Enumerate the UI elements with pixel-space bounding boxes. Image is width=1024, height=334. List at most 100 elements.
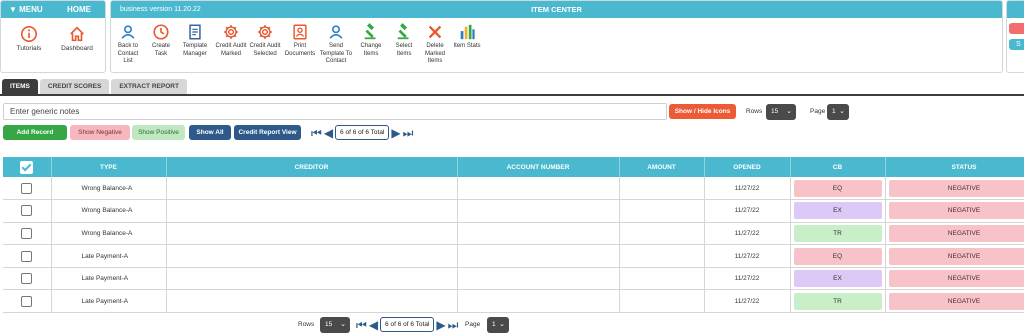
- credit-audit-marked-label: Credit Audit Marked: [215, 43, 247, 57]
- amount-cell: [619, 267, 705, 291]
- send-template-to-contact-button[interactable]: Send Template To Contact: [318, 23, 354, 66]
- credit-report-view-button[interactable]: Credit Report View: [234, 125, 301, 140]
- first-page-icon[interactable]: ⏮: [311, 127, 322, 139]
- show-all-button[interactable]: Show All: [189, 125, 231, 140]
- menu-toggle[interactable]: ▼ MENU: [9, 5, 43, 14]
- add-record-button[interactable]: Add Record: [3, 125, 67, 140]
- tab-extract-report[interactable]: EXTRACT REPORT: [111, 79, 187, 94]
- row-select-cell: [3, 177, 52, 201]
- select-all-header[interactable]: [3, 157, 52, 177]
- cb-cell: EX: [790, 267, 886, 291]
- right-panel: S: [1006, 0, 1024, 73]
- account-number-cell: [457, 177, 620, 201]
- red-action-button[interactable]: [1009, 23, 1024, 34]
- dashboard-button[interactable]: Dashboard: [53, 25, 101, 53]
- item-stats-label: Item Stats: [453, 43, 481, 49]
- gavel-icon: [397, 23, 409, 40]
- column-header-opened[interactable]: OPENED: [704, 157, 791, 177]
- credit-audit-selected-button[interactable]: Credit Audit Selected: [248, 23, 282, 58]
- first-page-icon[interactable]: ⏮: [356, 319, 367, 331]
- next-page-icon[interactable]: ▶: [436, 319, 445, 331]
- show-hide-icons-button[interactable]: Show / Hide Icons: [669, 104, 736, 119]
- change-items-button[interactable]: Change Items: [354, 23, 388, 58]
- menu-panel: ▼ MENU HOME Tutorials Dashboard: [0, 0, 106, 73]
- cb-badge: TR: [793, 224, 882, 242]
- tab-divider: [0, 94, 1024, 96]
- previous-page-icon[interactable]: ◀: [369, 319, 378, 331]
- tab-credit-scores[interactable]: CREDIT SCORES: [39, 79, 110, 94]
- credit-audit-selected-label: Credit Audit Selected: [249, 43, 281, 57]
- status-badge: NEGATIVE: [888, 224, 1024, 242]
- send-template-to-contact-label: Send Template To Contact: [319, 43, 353, 64]
- footer-rows-select[interactable]: 15 ⌄: [320, 317, 350, 333]
- info-icon: [20, 25, 38, 43]
- creditor-cell: [166, 244, 458, 268]
- table-row[interactable]: Wrong Balance-A 11/27/22 EX NEGATIVE: [3, 199, 1024, 223]
- rows-select[interactable]: 15 ⌄: [766, 104, 796, 120]
- opened-cell: 11/27/22: [704, 289, 791, 314]
- blue-action-button[interactable]: S: [1009, 39, 1024, 50]
- table-row[interactable]: Wrong Balance-A 11/27/22 EQ NEGATIVE: [3, 177, 1024, 201]
- row-select-cell: [3, 222, 52, 246]
- column-header-creditor[interactable]: CREDITOR: [166, 157, 458, 177]
- print-documents-label: Print Documents: [284, 43, 316, 57]
- row-checkbox[interactable]: [21, 295, 33, 307]
- last-page-icon[interactable]: ⏭: [403, 127, 414, 139]
- delete-marked-items-label: Delete Marked Items: [424, 43, 445, 64]
- footer-pager: ⏮ ◀ 6 of 6 of 6 Total ▶ ⏭: [356, 317, 458, 332]
- page-select[interactable]: 1 ⌄: [827, 104, 849, 120]
- back-to-contact-list-button[interactable]: Back to Contact List: [113, 23, 143, 66]
- cb-badge: TR: [793, 292, 882, 310]
- change-items-label: Change Items: [360, 43, 382, 57]
- delete-marked-items-button[interactable]: Delete Marked Items: [420, 23, 450, 66]
- opened-cell: 11/27/22: [704, 222, 791, 246]
- row-checkbox[interactable]: [21, 205, 33, 217]
- next-page-icon[interactable]: ▶: [391, 127, 400, 139]
- show-negative-button[interactable]: Show Negative: [70, 125, 130, 140]
- row-checkbox[interactable]: [21, 227, 33, 239]
- table-row[interactable]: Wrong Balance-A 11/27/22 TR NEGATIVE: [3, 222, 1024, 246]
- amount-cell: [619, 222, 705, 246]
- credit-audit-marked-button[interactable]: Credit Audit Marked: [214, 23, 248, 58]
- cb-cell: EX: [790, 199, 886, 223]
- column-header-status[interactable]: STATUS: [885, 157, 1024, 177]
- template-manager-button[interactable]: Template Manager: [176, 23, 214, 58]
- previous-page-icon[interactable]: ◀: [324, 127, 333, 139]
- creditor-cell: [166, 267, 458, 291]
- row-checkbox[interactable]: [21, 182, 33, 194]
- dashboard-label: Dashboard: [61, 45, 93, 52]
- column-header-amount[interactable]: AMOUNT: [619, 157, 705, 177]
- item-stats-button[interactable]: Item Stats: [450, 23, 484, 51]
- footer-page-select[interactable]: 1 ⌄: [487, 317, 509, 333]
- tab-items[interactable]: ITEMS: [2, 79, 38, 94]
- amount-cell: [619, 177, 705, 201]
- row-checkbox[interactable]: [21, 273, 33, 285]
- account-number-cell: [457, 222, 620, 246]
- create-task-button[interactable]: Create Task: [146, 23, 176, 58]
- table-row[interactable]: Late Payment-A 11/27/22 EQ NEGATIVE: [3, 244, 1024, 268]
- table-row[interactable]: Late Payment-A 11/27/22 TR NEGATIVE: [3, 289, 1024, 314]
- footer-rows-label: Rows: [298, 321, 315, 328]
- menu-panel-header: ▼ MENU HOME: [1, 1, 105, 18]
- cb-badge: EX: [793, 270, 882, 288]
- tutorials-button[interactable]: Tutorials: [5, 25, 53, 53]
- show-positive-button[interactable]: Show Positive: [132, 125, 185, 140]
- home-link[interactable]: HOME: [67, 5, 91, 14]
- column-header-cb[interactable]: CB: [790, 157, 886, 177]
- column-header-type[interactable]: TYPE: [51, 157, 167, 177]
- status-badge: NEGATIVE: [888, 270, 1024, 288]
- select-all-checkbox[interactable]: [20, 160, 34, 174]
- print-documents-button[interactable]: Print Documents: [282, 23, 318, 58]
- gear-icon: [258, 25, 272, 39]
- status-badge: NEGATIVE: [888, 179, 1024, 197]
- row-select-cell: [3, 267, 52, 291]
- create-task-label: Create Task: [151, 43, 170, 57]
- table-row[interactable]: Late Payment-A 11/27/22 EX NEGATIVE: [3, 267, 1024, 291]
- clock-icon: [153, 24, 169, 40]
- column-header-account-number[interactable]: ACCOUNT NUMBER: [457, 157, 620, 177]
- last-page-icon[interactable]: ⏭: [448, 319, 459, 331]
- select-items-label: Select Items: [395, 43, 413, 57]
- select-items-button[interactable]: Select Items: [388, 23, 420, 58]
- generic-notes-input[interactable]: Enter generic notes: [3, 103, 667, 120]
- row-checkbox[interactable]: [21, 250, 33, 262]
